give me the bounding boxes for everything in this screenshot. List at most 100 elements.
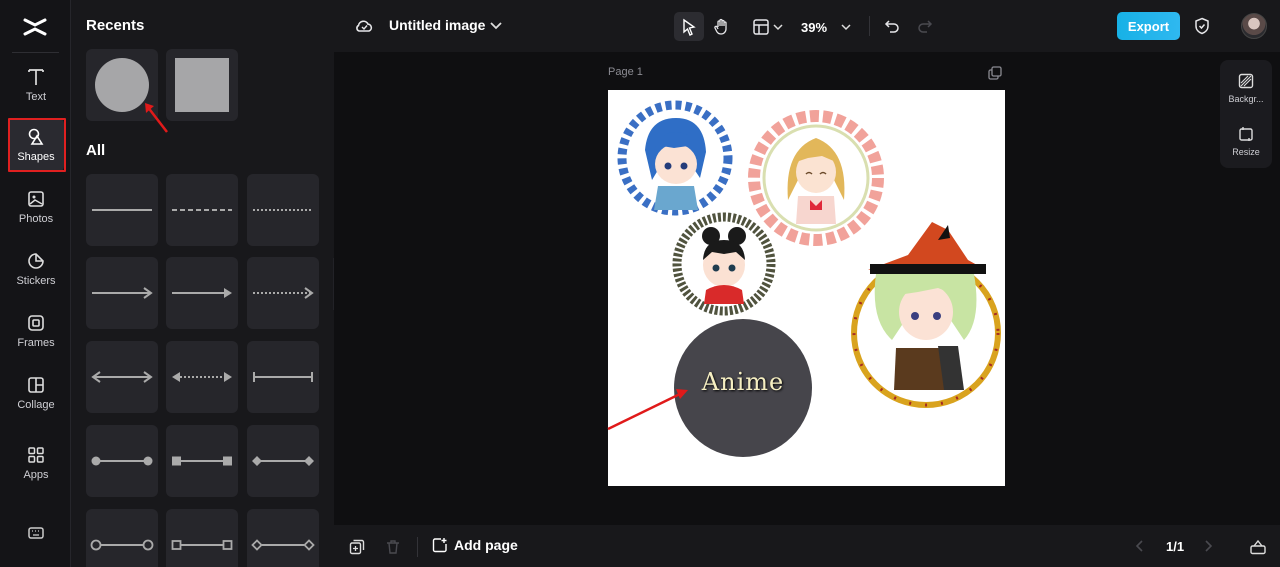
zoom-control[interactable]: 39% (796, 14, 856, 40)
trash-icon (387, 540, 399, 554)
square-line-icon (172, 456, 232, 466)
shape-hollow-dot-line[interactable] (86, 509, 158, 567)
next-page-button[interactable] (1202, 538, 1216, 554)
page-label: Page 1 (608, 66, 643, 78)
canvas-page[interactable]: Anime (608, 90, 1005, 486)
select-tool-button[interactable] (674, 12, 704, 41)
shape-double-arrow[interactable] (86, 341, 158, 413)
pages-stack-icon (1250, 539, 1266, 555)
app-logo-icon[interactable] (22, 14, 48, 40)
square-shape-icon (175, 58, 229, 112)
cloud-save-button[interactable] (354, 16, 374, 36)
export-button[interactable]: Export (1117, 12, 1180, 40)
layout-icon (752, 19, 769, 35)
left-rail: Text Shapes Photos Stickers Frames Colla… (0, 0, 71, 567)
rail-item-stickers[interactable]: Stickers (8, 242, 64, 296)
rail-divider (12, 52, 59, 53)
rail-item-photos[interactable]: Photos (8, 180, 64, 234)
duplicate-page-icon[interactable] (988, 66, 1002, 80)
diamond-line-icon (252, 456, 314, 466)
app-window: Text Shapes Photos Stickers Frames Colla… (0, 0, 1280, 567)
previous-page-button[interactable] (1132, 538, 1146, 554)
rail-item-text[interactable]: Text (8, 58, 64, 112)
background-tool-label: Backgr... (1228, 93, 1264, 104)
page-counter: 1/1 (1166, 539, 1185, 554)
anime-pink-wreath-image[interactable] (748, 110, 884, 246)
background-icon (1238, 73, 1254, 88)
shape-dotted-arrow[interactable] (247, 257, 319, 329)
shapes-panel: Recents All (71, 0, 334, 567)
zoom-value: 39% (800, 19, 828, 35)
add-page-label: Add page (454, 537, 518, 553)
recent-shape-circle[interactable] (86, 49, 158, 121)
recent-shape-square[interactable] (166, 49, 238, 121)
rail-item-label: Collage (17, 399, 55, 411)
frames-icon (28, 315, 44, 331)
resize-tool-button[interactable]: Resize (1220, 118, 1272, 164)
hand-tool-button[interactable] (709, 14, 735, 40)
shape-solid-line[interactable] (86, 174, 158, 246)
anime-witch-wreath-image[interactable] (851, 222, 1001, 408)
bottom-divider (417, 537, 418, 557)
rail-item-apps[interactable]: Apps (8, 436, 64, 490)
shape-dotted-line[interactable] (247, 174, 319, 246)
collage-icon (28, 377, 44, 393)
dotted-arrow-icon (253, 287, 314, 299)
rail-item-label: Photos (18, 213, 54, 225)
keyboard-shortcuts-button[interactable] (8, 506, 64, 560)
add-page-button[interactable]: Add page (432, 537, 518, 553)
bottom-bar: Add page 1/1 (334, 525, 1280, 567)
resize-tool-label: Resize (1232, 146, 1260, 157)
double-arrow-icon (91, 371, 153, 383)
rail-item-label: Text (25, 91, 47, 103)
cursor-icon (683, 18, 696, 36)
pages-panel-button[interactable] (1248, 537, 1268, 557)
shape-line-arrow[interactable] (86, 257, 158, 329)
solid-line-icon (92, 209, 152, 211)
chevron-down-icon (841, 23, 851, 30)
anime-circle-text[interactable]: Anime (674, 368, 812, 396)
security-button[interactable] (1192, 16, 1212, 36)
shape-dot-line[interactable] (86, 425, 158, 497)
anime-dark-wreath-image[interactable] (672, 212, 776, 316)
undo-icon (884, 20, 899, 33)
delete-page-button[interactable] (384, 538, 402, 556)
right-tools-panel: Backgr... Resize (1220, 60, 1272, 168)
dot-line-icon (91, 456, 153, 466)
bar-line-icon (253, 372, 313, 382)
recents-heading: Recents (86, 17, 145, 34)
shape-bar-line[interactable] (247, 341, 319, 413)
shield-check-icon (1195, 17, 1209, 35)
top-bar: Untitled image 39% Export (334, 0, 1280, 52)
duplicate-page-button[interactable] (348, 538, 366, 556)
anime-blue-wreath-image[interactable] (617, 100, 733, 216)
user-avatar[interactable] (1241, 13, 1267, 39)
undo-button[interactable] (881, 14, 903, 38)
text-icon (28, 69, 44, 85)
redo-button[interactable] (914, 14, 936, 38)
solid-arrow-icon (172, 288, 232, 298)
shape-square-line[interactable] (166, 425, 238, 497)
layout-menu-button[interactable] (750, 14, 784, 40)
title-menu-button[interactable] (489, 18, 503, 34)
redo-icon (918, 20, 933, 33)
shape-solid-arrow[interactable] (166, 257, 238, 329)
background-tool-button[interactable]: Backgr... (1220, 65, 1272, 111)
rail-item-label: Stickers (16, 275, 56, 287)
hollow-square-line-icon (171, 540, 233, 550)
rail-item-shapes[interactable]: Shapes (8, 118, 64, 172)
document-title[interactable]: Untitled image (389, 17, 485, 33)
shape-hollow-square-line[interactable] (166, 509, 238, 567)
chevron-right-icon (1205, 540, 1213, 552)
shape-hollow-diamond-line[interactable] (247, 509, 319, 567)
all-heading: All (86, 142, 106, 159)
rail-item-frames[interactable]: Frames (8, 304, 64, 358)
shape-diamond-line[interactable] (247, 425, 319, 497)
shape-dotted-double-arrow[interactable] (166, 341, 238, 413)
apps-icon (28, 447, 44, 463)
shape-dashed-line[interactable] (166, 174, 238, 246)
shapes-icon (28, 128, 44, 145)
canvas-workspace[interactable]: Page 1 Anime Backgr... Resize (334, 52, 1280, 525)
page-artwork (617, 100, 1001, 457)
rail-item-collage[interactable]: Collage (8, 366, 64, 420)
